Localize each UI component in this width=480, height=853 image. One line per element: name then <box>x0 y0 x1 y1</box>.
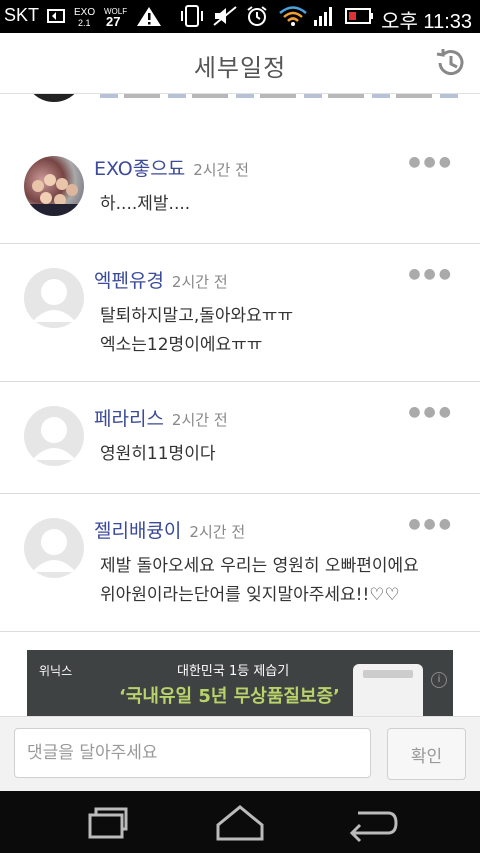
submit-button[interactable]: 확인 <box>387 728 466 780</box>
system-nav-bar <box>0 791 480 853</box>
comment-list[interactable]: EXO좋으됴 2시간 전 ●●● 하....제발.... 엑펜유경 2시간 전 ●●… <box>0 94 480 650</box>
comment-item: EXO좋으됴 2시간 전 ●●● 하....제발.... <box>0 132 480 244</box>
default-avatar-icon <box>24 268 84 328</box>
home-icon[interactable] <box>205 801 275 845</box>
comment-item: 엑펜유경 2시간 전 ●●● 탈퇴하지말고,돌아와요ㅠㅠ 엑소는12명이에요ㅠㅠ <box>0 244 480 382</box>
signal-icon <box>314 7 332 26</box>
comment-input[interactable] <box>14 728 371 778</box>
group-photo-icon <box>24 174 84 216</box>
comment-time: 2시간 전 <box>171 411 228 429</box>
comment-text: 제발 돌아오세요 우리는 영원히 오빠편이에요 위아원이라는단어를 잊지말아주세… <box>100 556 419 605</box>
ad-slogan: ‘국내유일 5년 무상품질보증’ <box>119 686 340 707</box>
battery-icon <box>345 8 373 24</box>
default-avatar-icon <box>24 406 84 466</box>
comment-author[interactable]: 엑펜유경 2시간 전 <box>94 266 228 293</box>
comment-time: 2시간 전 <box>193 161 249 179</box>
comment-author[interactable]: 페라리스 2시간 전 <box>94 404 228 431</box>
comment-item: 페라리스 2시간 전 ●●● 영원히11명이다 <box>0 382 480 494</box>
status-bar: SKT EXO 2.1 WOLF 27 오후 11:33 <box>0 0 480 33</box>
more-options-icon[interactable]: ●●● <box>408 266 454 282</box>
dehumidifier-image <box>353 664 423 716</box>
wifi-icon <box>279 6 307 26</box>
truncated-text <box>100 94 460 98</box>
recent-apps-icon[interactable] <box>72 801 142 845</box>
more-options-icon[interactable]: ●●● <box>408 404 454 420</box>
comment-input-bar: 확인 <box>0 716 480 792</box>
svg-text:EXO: EXO <box>74 7 95 18</box>
comment-author[interactable]: 젤리배큥이 2시간 전 <box>94 516 245 543</box>
warning-icon <box>137 7 161 26</box>
svg-text:2.1: 2.1 <box>78 18 91 27</box>
carrier-label: SKT <box>4 5 40 25</box>
weather-icon: WOLF27 <box>104 7 127 27</box>
comment-item: 젤리배큥이 2시간 전 ●●● 제발 돌아오세요 우리는 영원히 오빠편이에요 위… <box>0 494 480 632</box>
ad-info-icon[interactable]: i <box>431 672 447 688</box>
svg-text:27: 27 <box>106 14 120 27</box>
comment-text: 하....제발.... <box>100 194 191 214</box>
phone-vibrate-icon <box>181 5 203 27</box>
alarm-icon <box>247 6 267 26</box>
comment-text: 탈퇴하지말고,돌아와요ㅠㅠ 엑소는12명이에요ㅠㅠ <box>100 306 294 355</box>
ad-headline: 대한민국 1등 제습기 <box>177 664 290 679</box>
comment-text: 영원히11명이다 <box>100 444 216 464</box>
default-avatar-icon <box>24 518 84 578</box>
status-time: 오후 11:33 <box>381 11 472 33</box>
ad-banner[interactable]: 위닉스 대한민국 1등 제습기 ‘국내유일 5년 무상품질보증’ i <box>27 650 453 716</box>
more-options-icon[interactable]: ●●● <box>408 516 454 532</box>
comment-time: 2시간 전 <box>189 523 246 541</box>
app-header: 세부일정 <box>0 33 480 94</box>
ad-brand: 위닉스 <box>39 664 73 678</box>
more-options-icon[interactable]: ●●● <box>408 154 454 170</box>
mute-icon <box>213 6 237 26</box>
avatar <box>24 156 84 216</box>
exo-app-icon: EXO2.1 <box>74 7 95 27</box>
avatar <box>24 94 84 102</box>
screen-mirror-icon <box>47 9 65 23</box>
page-title: 세부일정 <box>193 54 287 82</box>
back-icon[interactable] <box>338 801 408 845</box>
comment-author[interactable]: EXO좋으됴 2시간 전 <box>94 154 249 181</box>
history-clock-icon[interactable] <box>432 45 468 81</box>
partial-comment-row <box>0 94 480 133</box>
comment-time: 2시간 전 <box>171 273 228 291</box>
